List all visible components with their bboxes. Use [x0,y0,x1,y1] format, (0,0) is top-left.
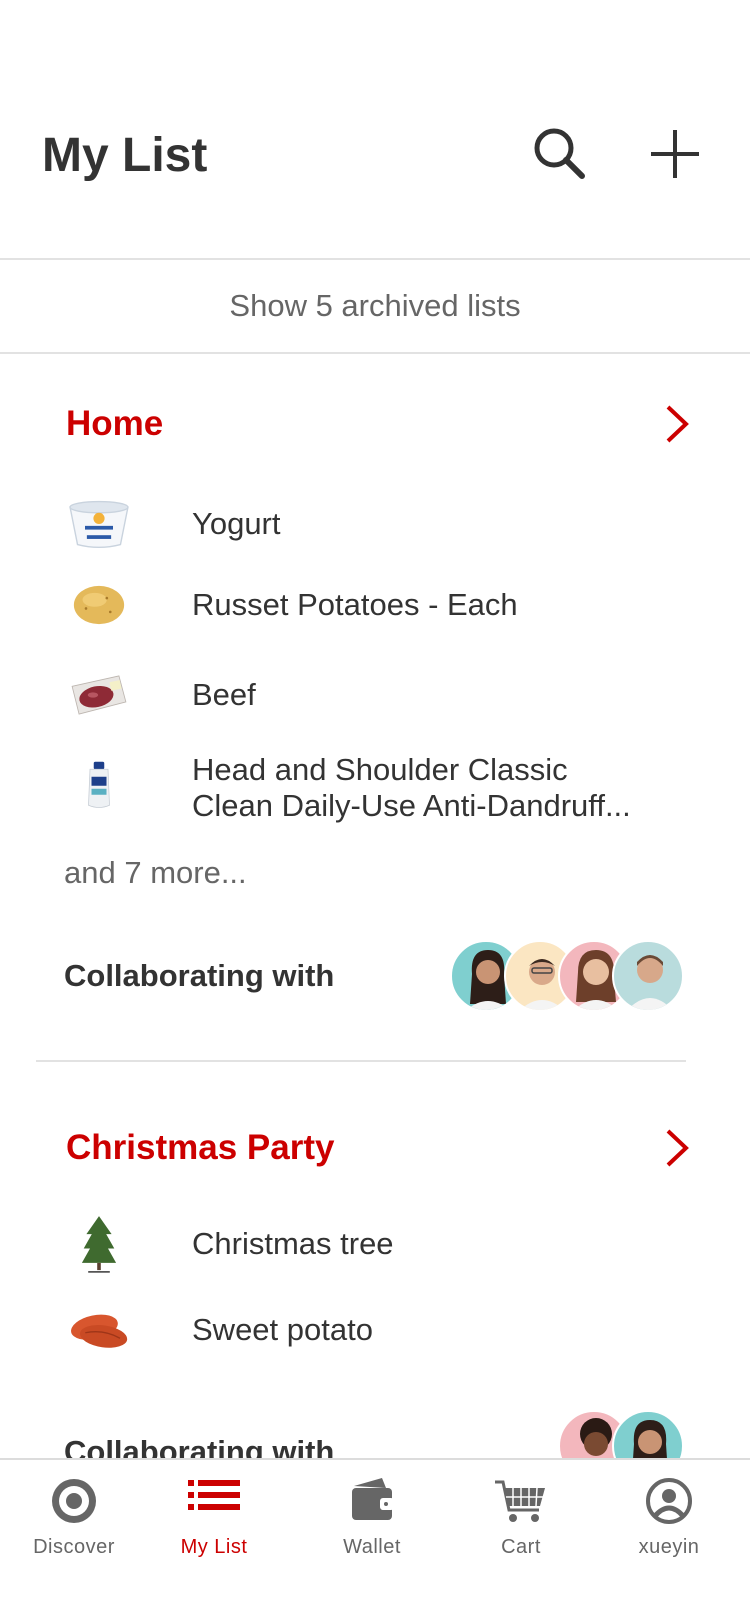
christmas-tree-thumbnail [64,1214,134,1274]
avatar [612,940,684,1012]
plus-icon[interactable] [645,124,705,184]
cart-icon [495,1480,545,1522]
list-item[interactable]: Beef [64,665,704,725]
sweet-potato-thumbnail [64,1300,134,1360]
chevron-right-icon [666,1129,689,1167]
item-name: Yogurt [192,506,281,541]
tab-label: My List [180,1536,248,1558]
list-item[interactable]: Christmas tree [64,1214,704,1274]
collaborators-row[interactable]: Collaborating with [64,1410,684,1462]
show-archived-button[interactable]: Show 5 archived lists [0,260,750,352]
tab-account[interactable]: xueyin [604,1474,734,1574]
list-header-christmas-party[interactable]: Christmas Party [66,1118,692,1178]
tab-label: xueyin [638,1536,700,1558]
tab-discover[interactable]: Discover [9,1474,139,1574]
list-name: Home [66,404,164,443]
divider [0,352,750,354]
list-item[interactable]: Russet Potatoes - Each [64,575,704,635]
tab-wallet[interactable]: Wallet [307,1474,437,1574]
tab-label: Discover [33,1536,115,1558]
chevron-right-icon [666,405,689,443]
tab-my-list[interactable]: My List [149,1474,279,1574]
tab-label: Cart [501,1536,541,1558]
tab-cart[interactable]: Cart [456,1474,586,1574]
shampoo-thumbnail [64,752,134,818]
item-name: Christmas tree [192,1226,394,1261]
more-items-link[interactable]: and 7 more... [64,855,247,891]
list-icon [188,1480,240,1510]
list-divider [36,1060,686,1062]
wallet-icon [352,1478,394,1520]
avatar [612,1410,684,1462]
list-item[interactable]: Yogurt [64,494,704,554]
list-item[interactable]: Head and Shoulder Classic Clean Daily-Us… [64,752,704,824]
yogurt-thumbnail [64,494,134,554]
avatar-group [558,1410,684,1462]
item-name: Sweet potato [192,1312,373,1347]
list-header-home[interactable]: Home [66,394,692,454]
beef-thumbnail [64,665,134,725]
target-icon [52,1479,96,1523]
header: My List [0,0,750,258]
tab-bar: Discover My List Wallet Cart xueyin [0,1458,750,1624]
avatar-group [450,940,684,1012]
search-icon[interactable] [530,124,590,184]
item-name: Head and Shoulder Classic Clean Daily-Us… [192,752,631,823]
collaborators-row[interactable]: Collaborating with [64,940,684,1012]
account-icon [646,1478,692,1524]
item-name: Beef [192,677,256,712]
page-title: My List [42,129,208,182]
list-name: Christmas Party [66,1128,335,1167]
list-item[interactable]: Sweet potato [64,1300,704,1360]
item-name: Russet Potatoes - Each [192,587,518,622]
collaborators-label: Collaborating with [64,958,335,993]
tab-label: Wallet [343,1536,401,1558]
potato-thumbnail [64,575,134,635]
